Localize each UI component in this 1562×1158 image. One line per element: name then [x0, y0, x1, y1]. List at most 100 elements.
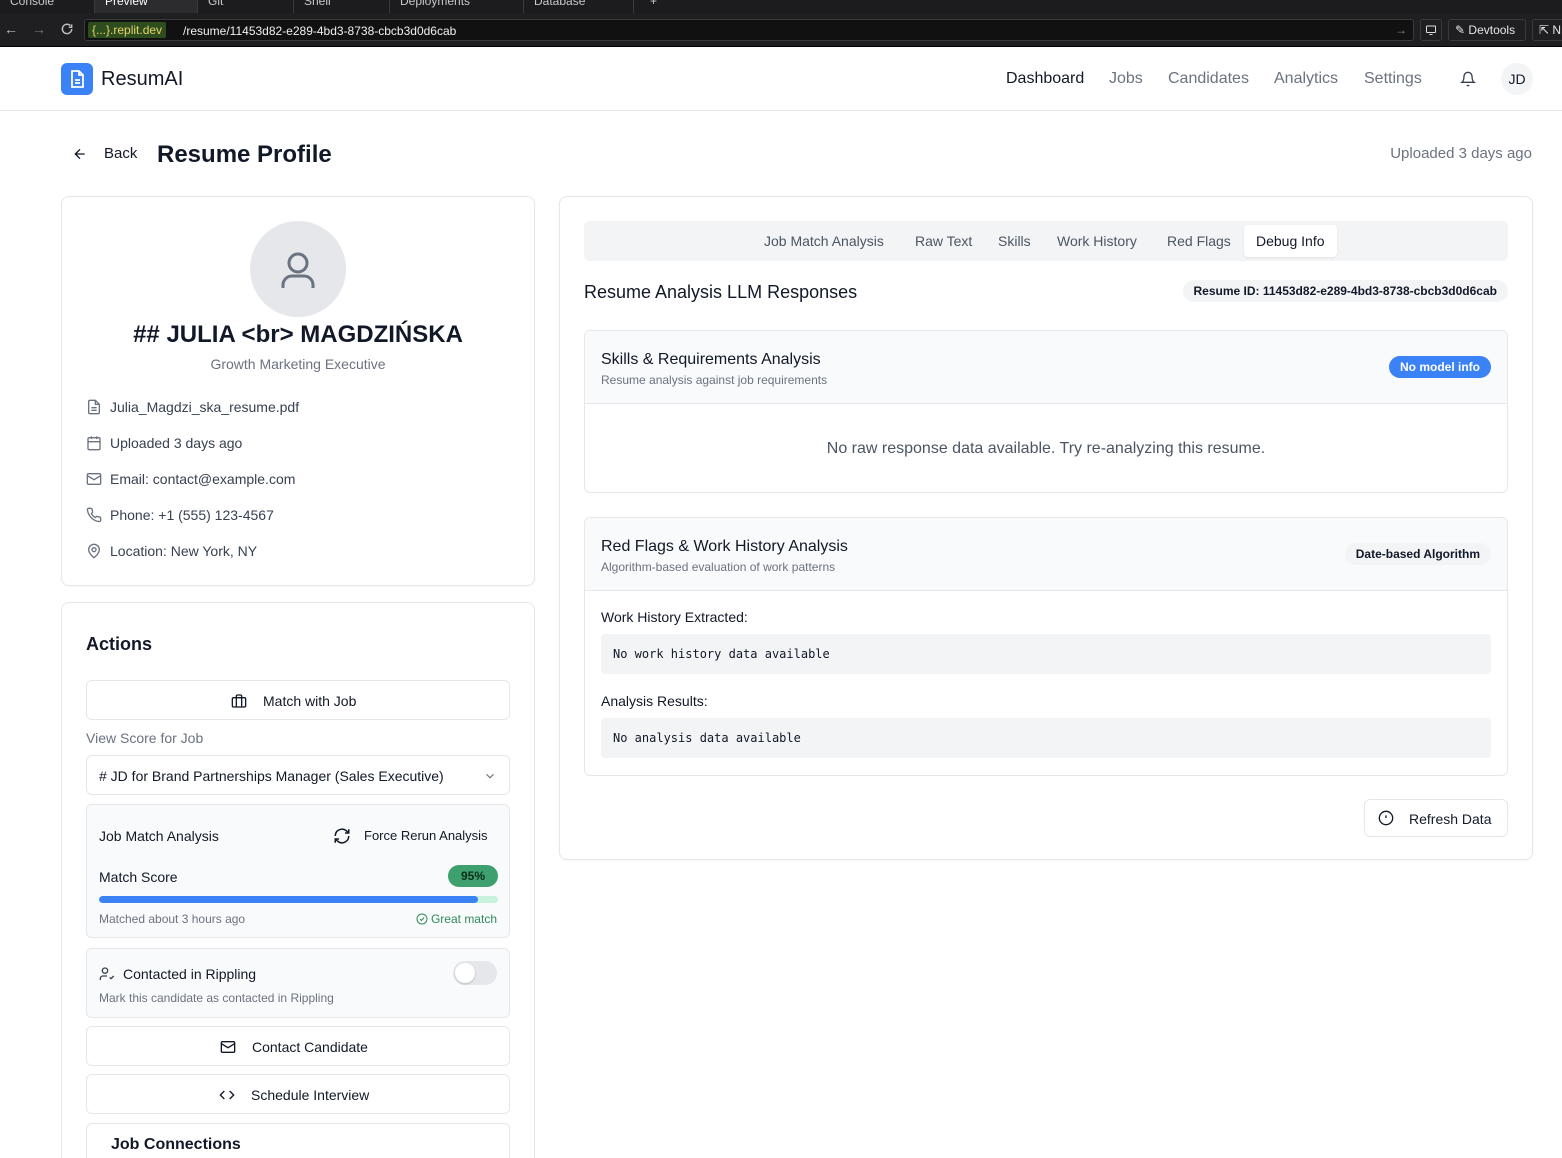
user-check-icon [99, 967, 115, 980]
devtools-label: Devtools [1468, 23, 1516, 37]
candidate-role: Growth Marketing Executive [210, 356, 386, 372]
contact-candidate-button[interactable]: Contact Candidate [86, 1026, 510, 1066]
browser-tab-console[interactable]: Console [0, 0, 95, 13]
nav-analytics[interactable]: Analytics [1274, 69, 1338, 89]
browser-address-bar: ← → {...}.replit.dev /resume/11453d82-e2… [0, 13, 1562, 47]
job-select[interactable]: # JD for Brand Partnerships Manager (Sal… [86, 755, 510, 795]
email-text: Email: contact@example.com [110, 471, 296, 487]
analysis-tabs: Job Match Analysis Raw Text Skills Work … [584, 221, 1508, 261]
file-icon [88, 399, 100, 415]
bell-icon[interactable] [1460, 71, 1476, 87]
skills-empty-message: No raw response data available. Try re-a… [826, 440, 1266, 457]
selected-job: # JD for Brand Partnerships Manager (Sal… [99, 768, 444, 784]
brand-name[interactable]: ResumAI [101, 67, 183, 91]
work-history-code: No work history data available [601, 634, 1491, 674]
back-label: Back [104, 145, 138, 162]
browser-tab-database[interactable]: Database [524, 0, 634, 13]
refresh-data-button[interactable]: Refresh Data [1364, 799, 1508, 837]
calendar-icon [87, 436, 101, 451]
back-nav-icon[interactable]: ← [4, 21, 18, 37]
redflags-analysis-section: Red Flags & Work History Analysis Algori… [584, 517, 1508, 776]
browser-tab-git[interactable]: Git [198, 0, 294, 13]
brand-logo-icon[interactable] [61, 63, 93, 95]
work-history-label: Work History Extracted: [601, 609, 748, 625]
match-score-fill [99, 896, 479, 903]
tab-work-history[interactable]: Work History [1045, 225, 1149, 257]
analysis-results-code: No analysis data available [601, 718, 1491, 758]
matched-time: Matched about 3 hours ago [99, 912, 246, 926]
profile-avatar [250, 221, 346, 317]
chevron-down-icon [486, 773, 494, 779]
location-text: Location: New York, NY [110, 543, 258, 559]
nav-jobs[interactable]: Jobs [1109, 69, 1143, 89]
tab-job-match-analysis[interactable]: Job Match Analysis [752, 225, 896, 257]
match-with-job-button[interactable]: Match with Job [86, 680, 510, 720]
actions-card: Actions Match with Job View Score for Jo… [61, 602, 535, 1158]
match-score-badge: 95% [448, 865, 498, 887]
contact-candidate-label: Contact Candidate [252, 1039, 368, 1055]
match-score-label: Match Score [99, 869, 178, 885]
tab-raw-text[interactable]: Raw Text [903, 225, 984, 257]
tab-skills[interactable]: Skills [986, 225, 1043, 257]
nav-settings[interactable]: Settings [1364, 69, 1422, 89]
nav-dashboard[interactable]: Dashboard [1006, 69, 1084, 89]
open-external-label: N [1552, 23, 1562, 37]
briefcase-icon [231, 694, 247, 708]
job-match-title: Job Match Analysis [99, 828, 219, 844]
user-icon [281, 252, 315, 288]
phone-icon [86, 507, 102, 523]
browser-tab-deployments[interactable]: Deployments [390, 0, 524, 13]
analysis-results-label: Analysis Results: [601, 693, 708, 709]
page-title: Resume Profile [157, 141, 332, 168]
llm-responses-title: Resume Analysis LLM Responses [584, 282, 858, 302]
forward-nav-icon[interactable]: → [32, 21, 46, 37]
resume-filename: Julia_Magdzi_ska_resume.pdf [110, 399, 300, 415]
schedule-interview-button[interactable]: Schedule Interview [86, 1074, 510, 1114]
arrow-left-icon [74, 148, 85, 160]
debug-card: Job Match Analysis Raw Text Skills Work … [559, 196, 1533, 860]
candidate-name: ## JULIA <br> MAGDZIŃSKA [133, 321, 463, 348]
reload-icon[interactable] [60, 22, 74, 36]
alert-circle-icon [1378, 810, 1394, 826]
devtools-button[interactable]: ✎ Devtools [1448, 19, 1526, 41]
browser-new-tab-button[interactable]: + [640, 0, 670, 13]
go-arrow-icon[interactable]: → [1395, 23, 1407, 37]
browser-tab-shell[interactable]: Shell [294, 0, 390, 13]
user-avatar[interactable]: JD [1501, 63, 1533, 95]
uploaded-text: Uploaded 3 days ago [110, 435, 243, 451]
upload-timestamp: Uploaded 3 days ago [1390, 145, 1532, 162]
redflags-section-title: Red Flags & Work History Analysis [601, 538, 848, 555]
open-external-button[interactable]: ⇱ N [1532, 19, 1562, 41]
code-icon [219, 1090, 235, 1100]
refresh-cw-icon [334, 828, 350, 844]
actions-title: Actions [86, 634, 153, 654]
job-connections-title: Job Connections [111, 1136, 241, 1153]
view-score-label: View Score for Job [86, 730, 204, 746]
external-link-icon: ⇱ [1539, 23, 1550, 37]
redflags-section-subtitle: Algorithm-based evaluation of work patte… [601, 560, 836, 574]
match-quality-label: Great match [430, 912, 497, 926]
url-field[interactable]: {...}.replit.dev /resume/11453d82-e289-4… [84, 19, 1414, 41]
rippling-subtitle: Mark this candidate as contacted in Ripp… [99, 991, 334, 1005]
toggle-knob [455, 963, 475, 983]
browser-tab-preview[interactable]: Preview [95, 0, 198, 13]
rippling-toggle[interactable] [453, 961, 497, 985]
screen-icon[interactable] [1420, 19, 1442, 41]
app-header: ResumAI Dashboard Jobs Candidates Analyt… [0, 47, 1562, 111]
force-rerun-label: Force Rerun Analysis [364, 828, 488, 843]
nav-candidates[interactable]: Candidates [1168, 69, 1249, 89]
map-pin-icon [87, 543, 101, 559]
rippling-title: Contacted in Rippling [123, 966, 257, 982]
url-domain: {...}.replit.dev [88, 22, 167, 38]
tab-debug-info[interactable]: Debug Info [1244, 225, 1337, 257]
phone-text: Phone: +1 (555) 123-4567 [110, 507, 274, 523]
redflags-section-header: Red Flags & Work History Analysis Algori… [585, 518, 1507, 591]
skills-analysis-section: Skills & Requirements Analysis Resume an… [584, 330, 1508, 493]
job-match-panel: Job Match Analysis Force Rerun Analysis … [86, 804, 510, 938]
mail-icon [220, 1041, 236, 1053]
schedule-interview-label: Schedule Interview [251, 1087, 370, 1103]
tab-red-flags[interactable]: Red Flags [1155, 225, 1243, 257]
resume-id-badge: Resume ID: 11453d82-e289-4bd3-8738-cbcb3… [1182, 280, 1508, 302]
match-with-job-label: Match with Job [263, 693, 357, 709]
rippling-panel: Contacted in Rippling Mark this candidat… [86, 948, 510, 1018]
